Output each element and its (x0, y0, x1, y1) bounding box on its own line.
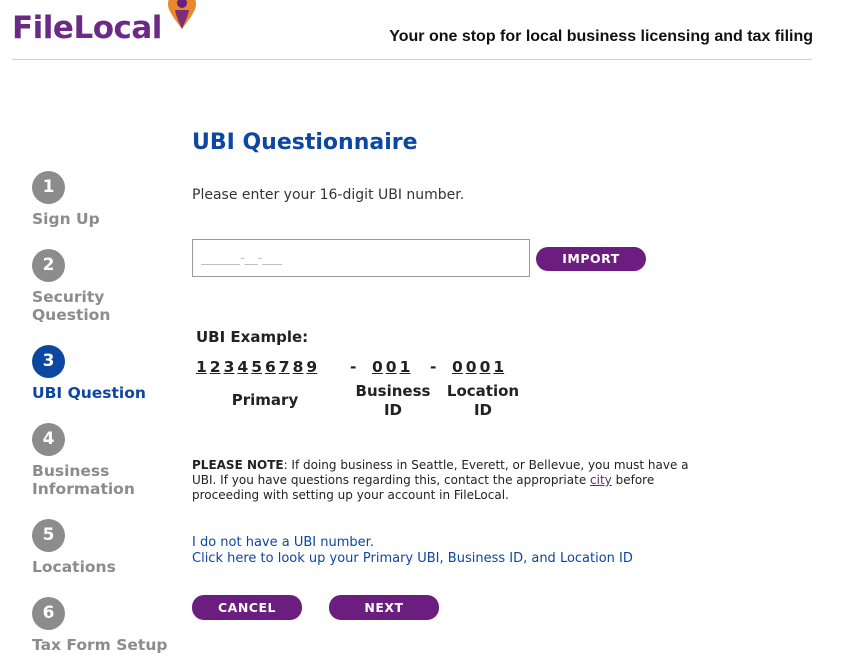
digit: 5 (251, 358, 262, 376)
step-label: UBI Question (32, 384, 146, 402)
separator-dash: - (430, 358, 437, 376)
next-button[interactable]: NEXT (329, 595, 439, 620)
digit: 4 (237, 358, 249, 376)
step-number: 1 (32, 171, 65, 204)
digit: 0 (452, 358, 463, 376)
location-id-label: Location ID (446, 382, 520, 419)
step-label: Locations (32, 558, 116, 576)
page-title: UBI Questionnaire (192, 130, 418, 155)
digit: 0 (479, 358, 491, 376)
step-label: Tax Form Setup (32, 636, 168, 654)
city-link[interactable]: city (590, 473, 612, 487)
step-number: 4 (32, 423, 65, 456)
digit: 8 (292, 358, 304, 376)
step-security-question: 2 Security Question (32, 249, 182, 324)
digit: 3 (223, 358, 235, 376)
digit: 0 (372, 358, 383, 376)
step-label: Security Question (32, 288, 111, 324)
digit: 6 (264, 358, 276, 376)
digit: 0 (465, 358, 477, 376)
digit: 7 (278, 358, 290, 376)
lookup-ubi-link[interactable]: Click here to look up your Primary UBI, … (192, 551, 633, 566)
separator-dash: - (350, 358, 357, 376)
no-ubi-link[interactable]: I do not have a UBI number. (192, 535, 374, 550)
header-divider (12, 59, 812, 60)
ubi-input[interactable] (192, 239, 530, 277)
ubi-example-heading: UBI Example: (196, 328, 309, 346)
step-label: Sign Up (32, 210, 100, 228)
step-label: Business Information (32, 462, 135, 498)
primary-label: Primary (231, 391, 299, 409)
digit: 2 (209, 358, 221, 376)
digit: 1 (196, 358, 207, 376)
step-tax-form-setup: 6 Tax Form Setup (32, 597, 182, 654)
filelocal-logo[interactable]: FileLocal (12, 8, 162, 48)
digit: 9 (306, 358, 318, 376)
step-ubi-question: 3 UBI Question (32, 345, 182, 402)
digit: 1 (493, 358, 505, 376)
import-button[interactable]: IMPORT (536, 247, 646, 271)
note-prefix: PLEASE NOTE (192, 458, 284, 472)
business-digits: 001 (372, 358, 413, 376)
step-number: 5 (32, 519, 65, 552)
header-tagline: Your one stop for local business licensi… (389, 28, 813, 45)
digit: 0 (385, 358, 397, 376)
step-sign-up: 1 Sign Up (32, 171, 182, 228)
cancel-button[interactable]: CANCEL (192, 595, 302, 620)
ubi-instruction: Please enter your 16-digit UBI number. (192, 187, 465, 203)
step-number: 6 (32, 597, 65, 630)
step-number: 3 (32, 345, 65, 378)
business-id-label: Business ID (355, 382, 431, 419)
step-locations: 5 Locations (32, 519, 182, 576)
location-pin-icon (168, 0, 196, 29)
step-number: 2 (32, 249, 65, 282)
digit: 1 (399, 358, 411, 376)
step-business-information: 4 Business Information (32, 423, 182, 498)
location-digits: 0001 (452, 358, 507, 376)
primary-digits: 123456789 (196, 358, 320, 376)
please-note: PLEASE NOTE: If doing business in Seattl… (192, 458, 692, 503)
